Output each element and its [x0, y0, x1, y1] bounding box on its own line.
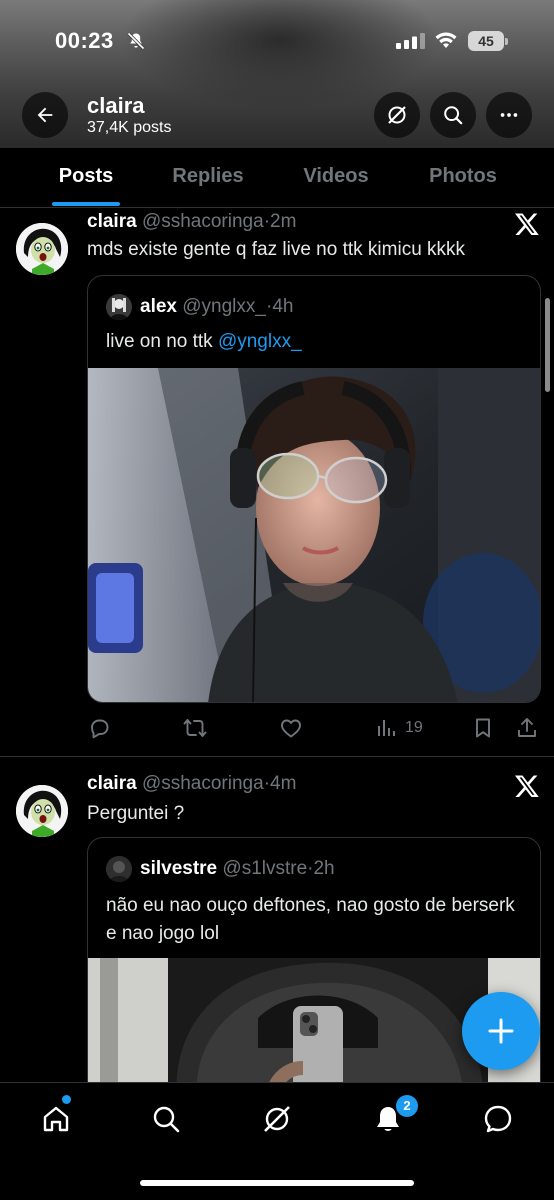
quote-author-name: alex: [140, 296, 177, 317]
repost-button[interactable]: [183, 713, 207, 743]
grok-icon: [264, 1106, 290, 1132]
nav-home[interactable]: [36, 1099, 76, 1139]
home-icon: [43, 1106, 69, 1132]
quote-header: alex @ynglxx_·4h: [140, 296, 293, 318]
scrollbar[interactable]: [545, 298, 550, 392]
post-header: claira @sshacoringa·2m: [87, 211, 296, 233]
profile-tabs: Posts Replies Videos Photos: [0, 148, 554, 208]
author-name[interactable]: claira: [87, 211, 137, 232]
plus-icon: [488, 1018, 514, 1044]
compose-post-button[interactable]: [462, 992, 540, 1070]
battery-cap: [505, 38, 508, 45]
arrow-left-icon: [37, 107, 53, 123]
reply-button[interactable]: [87, 713, 111, 743]
cellular-signal-icon: [396, 33, 425, 49]
battery-indicator: 45: [468, 31, 508, 51]
nav-messages[interactable]: [478, 1099, 518, 1139]
author-handle[interactable]: @sshacoringa: [142, 211, 264, 232]
quote-time: 2h: [313, 858, 335, 879]
home-unread-dot: [62, 1095, 71, 1104]
x-logo-icon: [514, 213, 539, 236]
avatar-cartoon-image: [16, 785, 68, 837]
quote-avatar-image: [106, 856, 132, 882]
more-dots-icon: [500, 113, 518, 117]
bookmark-icon: [476, 718, 490, 738]
selfie-photo: [88, 368, 540, 702]
tab-photos[interactable]: Photos: [414, 148, 512, 208]
avatar-cartoon-image: [16, 223, 68, 275]
post-text: Perguntei ?: [87, 803, 185, 824]
avatar[interactable]: [16, 223, 68, 275]
share-icon: [518, 718, 536, 737]
post-header: claira @sshacoringa·4m: [87, 773, 296, 795]
grok-button[interactable]: [374, 92, 420, 138]
quote-avatar[interactable]: [106, 294, 132, 320]
notification-badge: 2: [396, 1095, 418, 1117]
post[interactable]: claira @sshacoringa·2m mds existe gente …: [0, 209, 554, 757]
post-time[interactable]: 2m: [270, 211, 296, 232]
more-button[interactable]: [486, 92, 532, 138]
quote-avatar-image: [106, 294, 132, 320]
like-button[interactable]: [279, 713, 303, 743]
search-icon: [444, 106, 463, 125]
view-count: 19: [405, 719, 423, 736]
views-button[interactable]: 19: [375, 713, 423, 743]
profile-header: 00:23 45 claira 37,4K posts: [0, 0, 554, 148]
tab-replies[interactable]: Replies: [160, 148, 256, 208]
bookmark-button[interactable]: [471, 713, 495, 743]
avatar[interactable]: [16, 785, 68, 837]
nav-grok[interactable]: [257, 1099, 297, 1139]
quote-header: silvestre @s1lvstre·2h: [140, 858, 335, 880]
bell-muted-icon: [127, 32, 145, 50]
active-tab-indicator: [52, 202, 120, 206]
post-text: mds existe gente q faz live no ttk kimic…: [87, 239, 466, 260]
status-time: 00:23: [55, 28, 114, 53]
nav-search[interactable]: [146, 1099, 186, 1139]
quote-text-body: live on no ttk: [106, 331, 218, 352]
post-time[interactable]: 4m: [270, 773, 296, 794]
quoted-post[interactable]: alex @ynglxx_·4h live on no ttk @ynglxx_: [87, 275, 541, 703]
message-bubble-icon: [484, 1105, 512, 1133]
share-button[interactable]: [515, 713, 539, 743]
x-logo-icon: [514, 775, 539, 798]
profile-name: claira: [87, 93, 145, 118]
quote-author-handle: @ynglxx_: [182, 296, 266, 317]
post-count: 37,4K posts: [87, 119, 172, 136]
status-bar: 00:23 45: [0, 28, 554, 58]
battery-level: 45: [468, 31, 504, 51]
author-handle[interactable]: @sshacoringa: [142, 773, 264, 794]
quote-text: live on no ttk @ynglxx_: [106, 328, 526, 356]
quote-author-handle: @s1lvstre: [222, 858, 308, 879]
reply-icon: [91, 719, 109, 739]
quote-author-name: silvestre: [140, 858, 218, 879]
back-button[interactable]: [22, 92, 68, 138]
grok-icon: [388, 106, 406, 124]
author-name[interactable]: claira: [87, 773, 137, 794]
posts-feed[interactable]: claira @sshacoringa·2m mds existe gente …: [0, 209, 554, 1082]
tab-videos[interactable]: Videos: [290, 148, 382, 208]
search-button[interactable]: [430, 92, 476, 138]
repost-icon: [183, 719, 207, 737]
quote-photo[interactable]: [88, 368, 540, 702]
tab-posts[interactable]: Posts: [42, 148, 130, 208]
quote-text: não eu nao ouço deftones, nao gosto de b…: [106, 895, 515, 944]
search-icon: [153, 1106, 180, 1133]
quote-avatar[interactable]: [106, 856, 132, 882]
quote-time: 4h: [272, 296, 294, 317]
wifi-icon: [435, 32, 457, 48]
quote-mention[interactable]: @ynglxx_: [218, 331, 302, 352]
heart-icon: [281, 719, 301, 738]
home-indicator: [140, 1180, 414, 1186]
bar-chart-icon: [378, 720, 395, 736]
post-actions: 19: [87, 713, 541, 743]
